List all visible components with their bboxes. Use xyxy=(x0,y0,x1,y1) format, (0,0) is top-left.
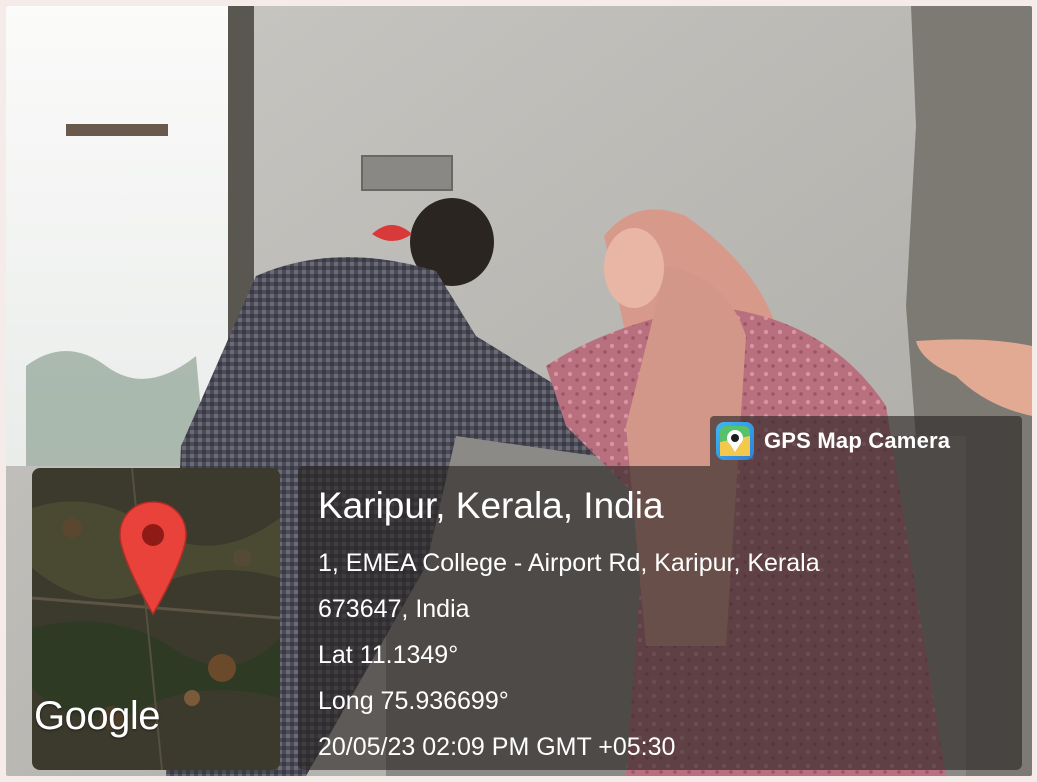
photo-frame: GPS Map Camera Karipur, Kerala, India 1,… xyxy=(6,6,1032,776)
datetime-stamp: 20/05/23 02:09 PM GMT +05:30 xyxy=(318,733,676,761)
google-logo: Google xyxy=(34,694,160,738)
latitude-readout: Lat 11.1349° xyxy=(318,641,459,669)
location-info-panel: Karipur, Kerala, India 1, EMEA College -… xyxy=(298,466,1022,770)
app-badge-label: GPS Map Camera xyxy=(764,428,951,453)
map-thumbnail: Google xyxy=(32,468,280,770)
app-badge: GPS Map Camera xyxy=(710,416,1022,466)
longitude-readout: Long 75.936699° xyxy=(318,687,509,715)
location-title: Karipur, Kerala, India xyxy=(318,485,664,526)
gps-map-camera-app-icon xyxy=(716,422,754,460)
address-line-1: 1, EMEA College - Airport Rd, Karipur, K… xyxy=(318,549,820,577)
address-line-2: 673647, India xyxy=(318,595,470,623)
